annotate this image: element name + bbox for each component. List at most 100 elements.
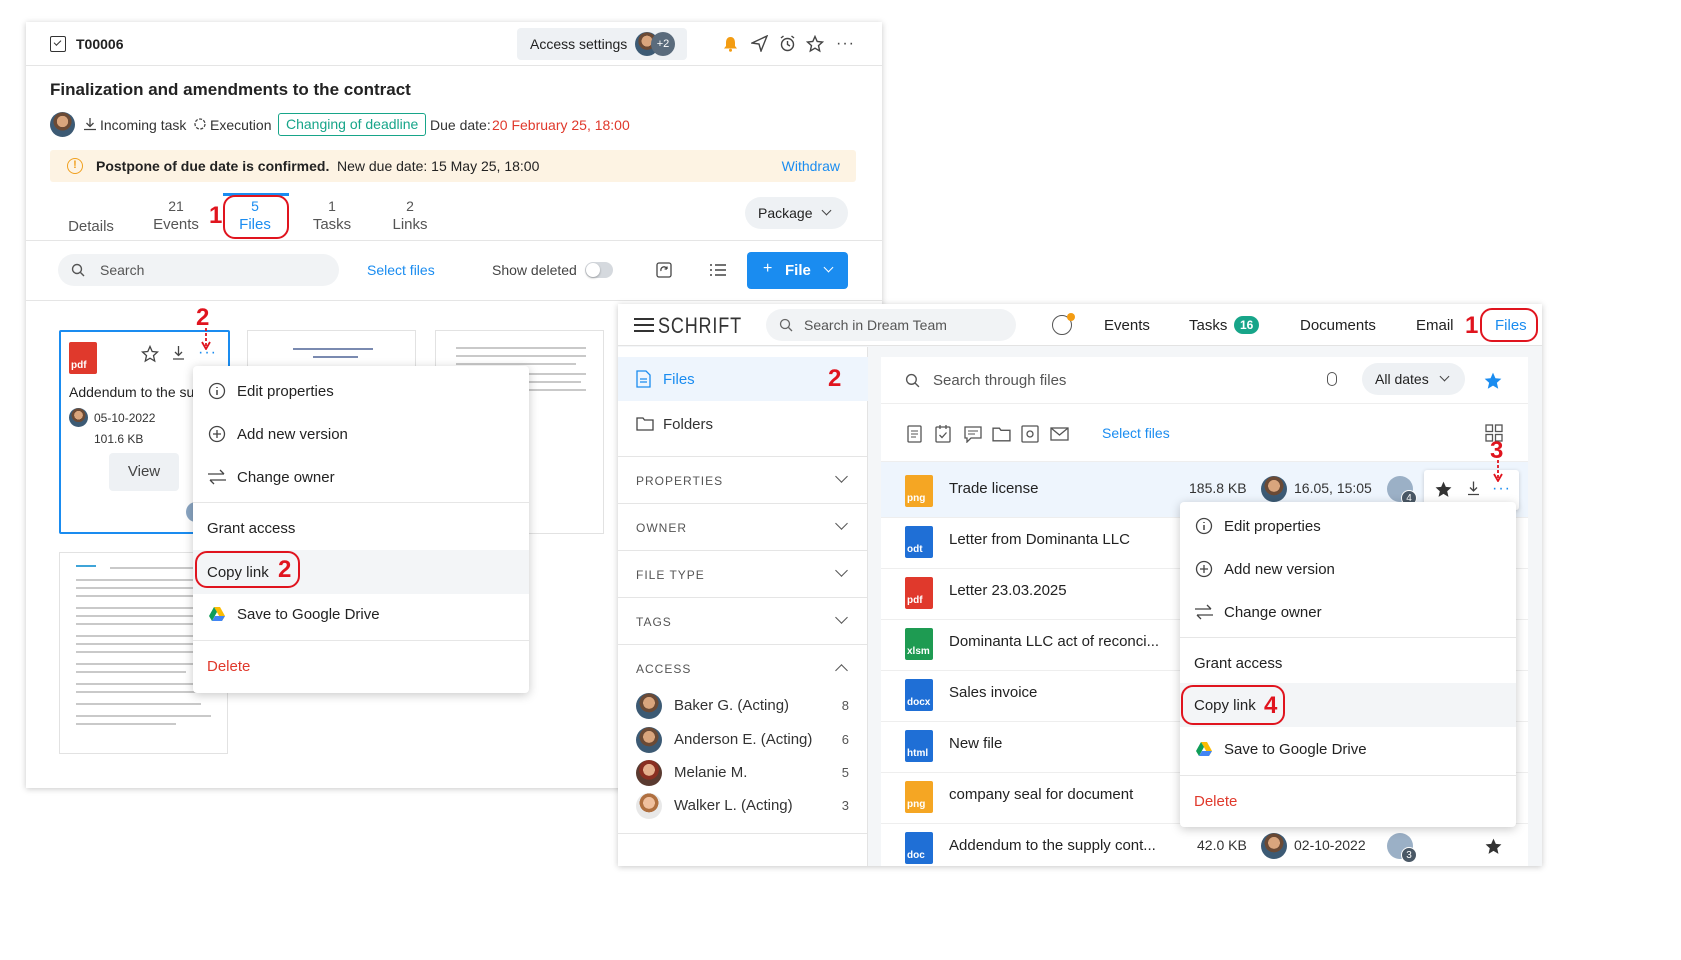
access-user-name: Walker L. (Acting) [674,797,793,814]
filter-access[interactable]: ACCESS [618,645,868,691]
tab-events[interactable]: 21 Events [141,198,211,233]
sidebar-item-folders-label: Folders [663,416,714,433]
folder-icon [636,417,654,431]
menu-edit-properties[interactable]: Edit properties [1180,504,1516,548]
menu-add-new-version-label: Add new version [1224,560,1335,578]
owner-avatar [1261,476,1287,502]
files-search-input[interactable]: Search through files [933,372,1066,389]
download-icon[interactable] [1466,480,1481,497]
all-dates-dropdown[interactable]: All dates [1362,363,1465,395]
filter-tags[interactable]: TAGS [618,598,868,644]
menu-add-new-version[interactable]: Add new version [193,412,529,456]
more-icon[interactable]: ··· [836,35,855,53]
menu-save-google-drive[interactable]: Save to Google Drive [1180,727,1516,771]
list-view-icon[interactable] [709,262,727,283]
nav-documents[interactable]: Documents [1300,317,1376,334]
access-user-count: 6 [841,732,849,747]
access-user-row[interactable]: Anderson E. (Acting) 6 [636,723,849,757]
file-size: 42.0 KB [1197,837,1247,853]
nav-tasks[interactable]: Tasks [1189,317,1227,334]
archive-filter-icon[interactable] [1021,425,1039,443]
folder-filter-icon[interactable] [992,426,1011,442]
star-filled-icon[interactable] [1484,837,1503,856]
file-icon [636,370,651,388]
menu-grant-access[interactable]: Grant access [193,506,529,550]
document-filter-icon[interactable] [907,425,922,443]
files-search-input[interactable]: Search [58,254,339,286]
menu-add-new-version[interactable]: Add new version [1180,547,1516,591]
show-deleted-toggle[interactable] [585,262,613,278]
status-badge[interactable]: Changing of deadline [278,113,427,136]
sync-icon[interactable] [655,261,673,284]
comment-filter-icon[interactable] [964,425,982,443]
tab-tasks-count: 1 [328,198,336,214]
add-file-label: File [785,262,811,279]
plus-icon: + [763,260,773,277]
star-filled-icon[interactable] [1434,480,1453,499]
filter-file-type[interactable]: FILE TYPE [618,551,868,597]
package-button[interactable]: Package [745,197,848,229]
email-filter-icon[interactable] [1050,427,1069,441]
microphone-icon[interactable] [1327,372,1337,386]
chevron-down-icon [823,262,834,273]
tasks-count-badge: 16 [1234,316,1260,334]
file-name: Dominanta LLC act of reconci... [949,633,1160,650]
download-icon[interactable] [171,345,186,361]
png-file-icon: png [905,781,933,813]
send-icon[interactable] [749,34,769,57]
star-icon[interactable] [805,34,825,58]
menu-grant-access[interactable]: Grant access [1180,641,1516,685]
add-file-button[interactable]: + File [747,252,848,289]
shared-users-icon[interactable]: 4 [1387,476,1417,506]
highlight-files-tab [223,195,289,239]
menu-change-owner[interactable]: Change owner [193,455,529,499]
menu-icon[interactable] [634,318,654,332]
bell-icon[interactable] [723,36,738,52]
assistant-icon[interactable] [1052,313,1075,335]
pdf-file-icon: pdf [69,342,97,374]
tab-tasks[interactable]: 1 Tasks [297,198,367,233]
swap-icon [1194,602,1214,622]
access-user-row[interactable]: Walker L. (Acting) 3 [636,789,849,823]
select-files-link[interactable]: Select files [367,262,435,278]
withdraw-link[interactable]: Withdraw [782,158,840,174]
menu-edit-properties[interactable]: Edit properties [193,369,529,413]
shared-users-icon[interactable]: 3 [1387,833,1417,863]
access-user-row[interactable]: Baker G. (Acting) 8 [636,689,849,723]
menu-change-owner[interactable]: Change owner [1180,590,1516,634]
view-button[interactable]: View [109,453,179,491]
chevron-down-icon [835,564,848,577]
filter-owner[interactable]: OWNER [618,504,868,550]
search-icon [779,318,793,332]
menu-delete[interactable]: Delete [193,644,529,688]
nav-email[interactable]: Email [1416,317,1454,334]
filter-properties[interactable]: PROPERTIES [618,457,868,503]
star-filled-icon[interactable] [1483,371,1503,391]
access-user-name: Melanie M. [674,764,748,781]
annotation-arrow [201,328,211,350]
filter-access-label: ACCESS [636,662,692,676]
star-icon[interactable] [141,345,159,363]
docx-file-icon: docx [905,679,933,711]
alarm-clock-icon[interactable] [779,35,796,57]
global-search-input[interactable]: Search in Dream Team [766,309,1016,341]
avatar [636,727,662,753]
select-files-link[interactable]: Select files [1102,425,1170,441]
file-name: Addendum to the supply cont... [949,837,1156,854]
tab-details[interactable]: Details [56,218,126,235]
task-filter-icon[interactable] [935,424,951,443]
menu-delete[interactable]: Delete [1180,779,1516,823]
tab-links[interactable]: 2 Links [375,198,445,233]
annotation-1: 1 [1465,312,1479,339]
more-icon[interactable]: ··· [1492,480,1511,498]
access-user-row[interactable]: Melanie M. 5 [636,756,849,790]
file-context-menu: Edit properties Add new version Change o… [1180,502,1516,827]
menu-save-google-drive[interactable]: Save to Google Drive [193,592,529,636]
sidebar-item-folders[interactable]: Folders [618,402,868,446]
logo: SCHRIFT [658,313,742,338]
all-dates-label: All dates [1375,371,1429,387]
author-avatar [50,112,75,137]
access-settings-button[interactable]: Access settings +2 [517,28,687,60]
nav-events[interactable]: Events [1104,317,1150,334]
access-extra-badge: +2 [651,32,675,56]
